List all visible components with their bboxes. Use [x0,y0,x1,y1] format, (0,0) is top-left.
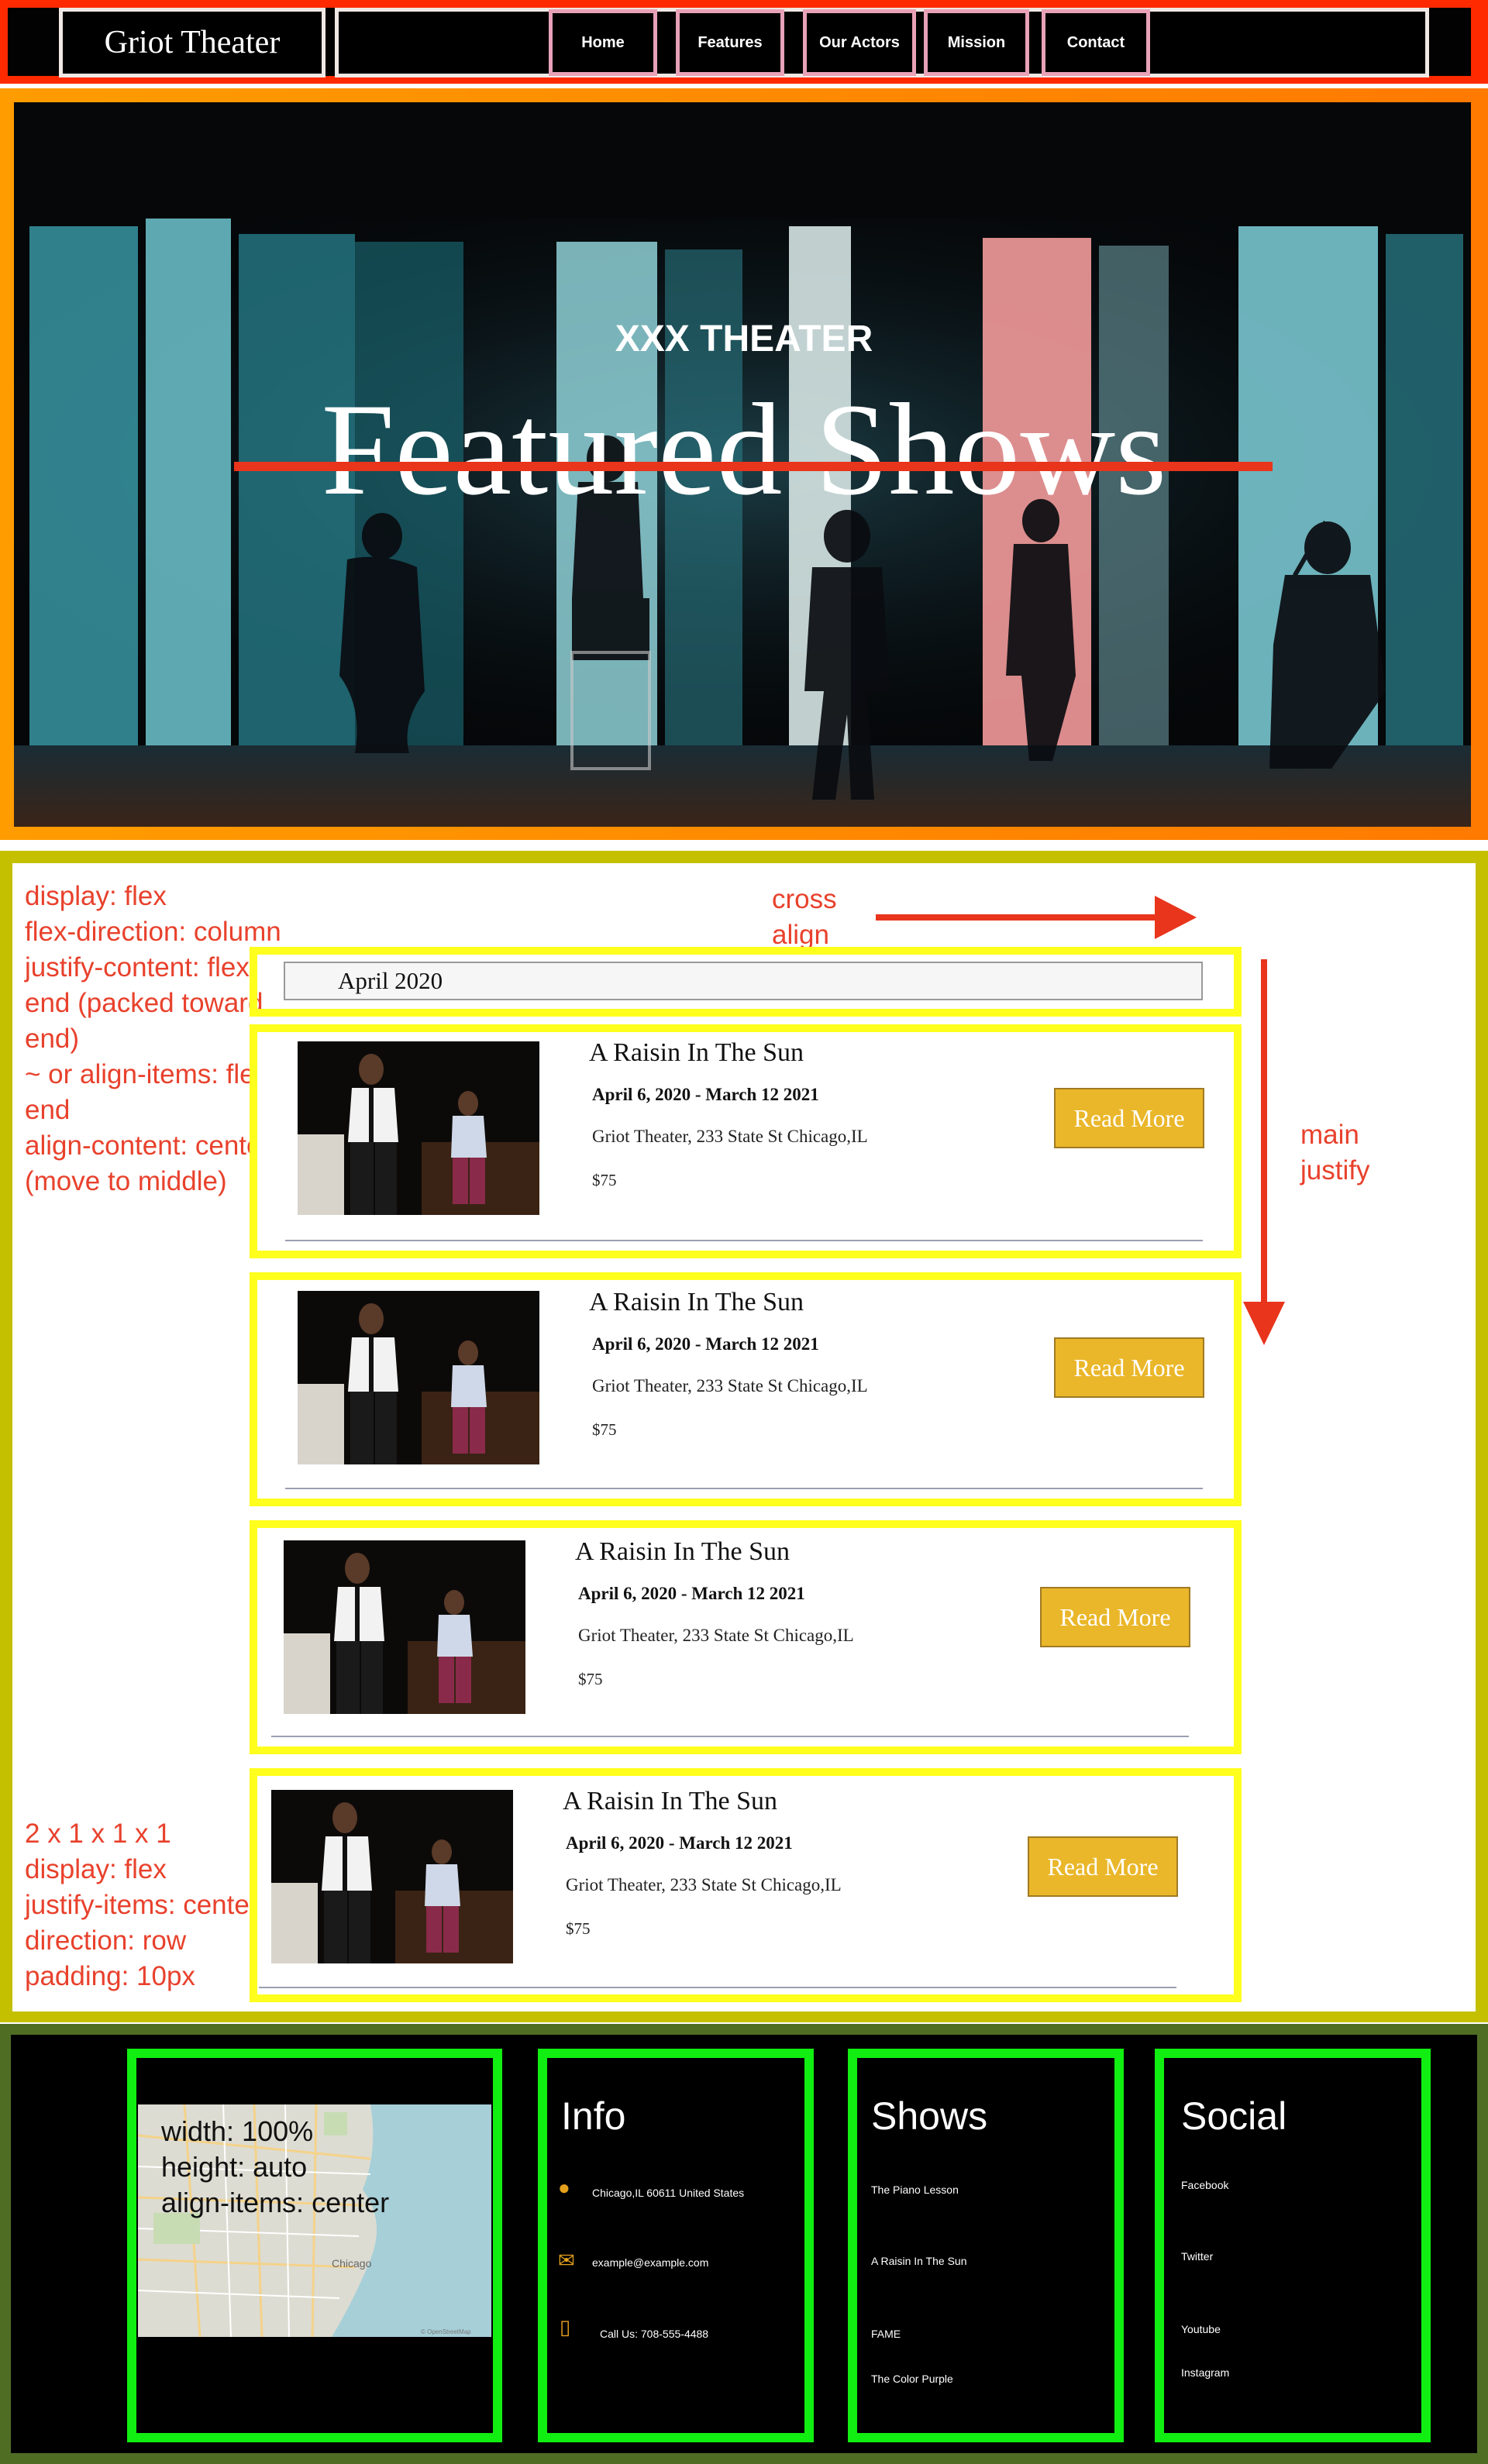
main-arrowhead-icon [1243,1302,1285,1345]
card-divider [259,1987,1176,1988]
cross-arrow [876,914,1162,921]
footer-show-link[interactable]: A Raisin In The Sun [871,2255,966,2267]
annotation-line: width: 100% [161,2115,314,2147]
annotation-line: align-items: center [161,2187,390,2218]
annotation-line: justify [1300,1155,1370,1186]
annotation-line: display: flex [25,881,167,911]
read-more-button[interactable]: Read More [1040,1587,1190,1647]
show-dates: April 6, 2020 - March 12 2021 [592,1085,819,1104]
show-venue: Griot Theater, 233 State St Chicago,IL [592,1127,868,1146]
show-price: $75 [592,1171,617,1189]
read-more-button[interactable]: Read More [1054,1337,1204,1398]
location-pin-icon: ● [558,2176,570,2199]
main-justify-annotation: main justify [1300,1117,1369,1189]
show-price: $75 [566,1919,591,1938]
youtube-link[interactable]: Youtube [1181,2323,1221,2335]
show-thumbnail [284,1540,525,1714]
card-divider [285,1240,1203,1241]
info-heading: Info [561,2094,626,2138]
show-venue: Griot Theater, 233 State St Chicago,IL [566,1875,842,1894]
show-venue: Griot Theater, 233 State St Chicago,IL [578,1626,854,1645]
twitter-link[interactable]: Twitter [1181,2250,1213,2263]
annotation-line: cross [772,884,837,914]
show-dates: April 6, 2020 - March 12 2021 [566,1833,793,1853]
show-photo [271,1790,513,1963]
read-more-button[interactable]: Read More [1054,1088,1204,1148]
show-dates: April 6, 2020 - March 12 2021 [592,1334,819,1354]
month-header: April 2020 [284,962,1203,1000]
show-dates: April 6, 2020 - March 12 2021 [578,1584,805,1603]
card-divider [285,1488,1203,1489]
site-logo[interactable]: Griot Theater [59,8,326,77]
show-thumbnail [271,1790,513,1963]
svg-text:Chicago: Chicago [332,2257,372,2270]
show-venue: Griot Theater, 233 State St Chicago,IL [592,1376,868,1395]
svg-text:© OpenStreetMap: © OpenStreetMap [421,2328,471,2335]
facebook-link[interactable]: Facebook [1181,2179,1228,2191]
main-arrow [1261,959,1267,1316]
nav-contact[interactable]: Contact [1042,9,1150,76]
nav-home[interactable]: Home [549,9,657,76]
hero-title: Featured Shows [321,377,1167,522]
show-title[interactable]: A Raisin In The Sun [563,1787,777,1816]
envelope-icon: ✉ [558,2249,575,2272]
cross-arrowhead-icon [1155,896,1197,939]
read-more-button[interactable]: Read More [1028,1836,1178,1897]
strikethrough-line [234,462,1273,471]
card-divider [271,1736,1189,1737]
show-thumbnail [298,1041,539,1215]
phone-link[interactable]: Call Us: 708-555-4488 [600,2328,708,2340]
annotation-line: main [1300,1120,1359,1150]
show-photo [298,1041,539,1215]
email-link[interactable]: example@example.com [592,2256,708,2269]
show-title[interactable]: A Raisin In The Sun [589,1038,804,1068]
cross-align-annotation: cross align [772,882,837,953]
address-text: Chicago,IL 60611 United States [592,2187,745,2199]
social-heading: Social [1181,2094,1287,2138]
phone-icon: ▯ [560,2315,571,2338]
footer-show-link[interactable]: The Piano Lesson [871,2184,959,2196]
show-title[interactable]: A Raisin In The Sun [575,1537,790,1567]
nav-mission[interactable]: Mission [924,9,1029,76]
show-title[interactable]: A Raisin In The Sun [589,1288,804,1317]
show-photo [298,1291,539,1464]
hero-subtitle: XXX THEATER [615,318,873,360]
show-price: $75 [592,1420,617,1439]
show-price: $75 [578,1670,603,1688]
footer-show-link[interactable]: FAME [871,2328,901,2340]
show-photo [284,1540,525,1714]
annotation-line: flex-direction: column [25,917,281,947]
annotation-line: height: auto [161,2151,308,2183]
footer-show-link[interactable]: The Color Purple [871,2373,953,2385]
nav-features[interactable]: Features [676,9,784,76]
show-thumbnail [298,1291,539,1464]
nav-our-actors[interactable]: Our Actors [803,9,916,76]
instagram-link[interactable]: Instagram [1181,2366,1229,2379]
shows-heading: Shows [871,2094,988,2138]
map-annotation: width: 100% height: auto align-items: ce… [161,2114,389,2221]
